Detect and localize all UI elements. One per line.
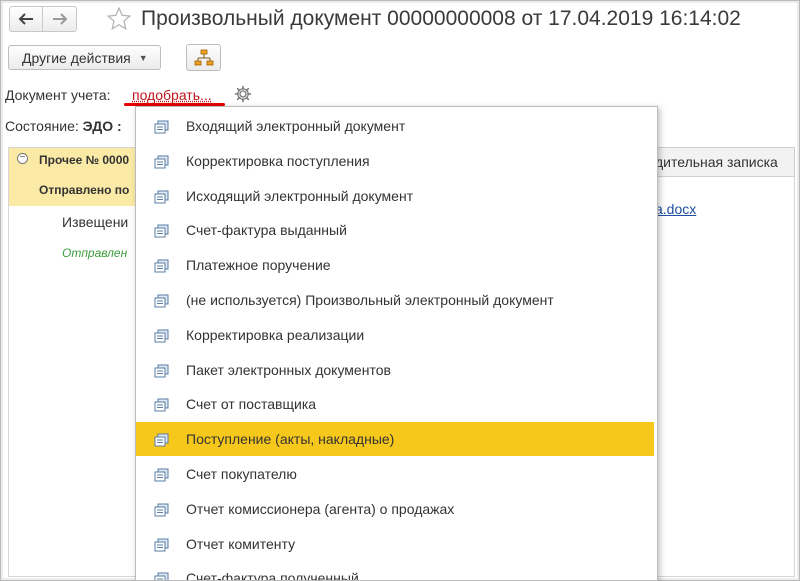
arrow-left-icon (18, 13, 33, 25)
dropdown-caret-icon: ▼ (138, 52, 148, 63)
dropdown-item[interactable]: Счет-фактура выданный (136, 213, 654, 247)
other-actions-button[interactable]: Другие действия ▼ (8, 45, 161, 70)
dropdown-item[interactable]: Исходящий электронный документ (136, 179, 654, 213)
dropdown-item[interactable]: Счет-фактура полученный (136, 561, 654, 581)
arrow-right-icon (52, 13, 67, 25)
dropdown-item-label: Пакет электронных документов (186, 361, 391, 378)
dropdown-item[interactable]: Отчет комиссионера (агента) о продажах (136, 492, 654, 526)
document-type-dropdown: Входящий электронный документ Корректиров… (135, 106, 658, 581)
dropdown-item-label: Корректировка реализации (186, 326, 365, 343)
dropdown-item-label: (не используется) Произвольный электронн… (186, 292, 554, 308)
state-value: ЭДО : (82, 118, 122, 134)
back-button[interactable] (9, 6, 43, 32)
dropdown-item-label: Входящий электронный документ (186, 118, 406, 134)
state-row: Состояние: ЭДО : (5, 118, 122, 134)
window-title: Произвольный документ 00000000008 от 17.… (141, 7, 741, 30)
dropdown-item[interactable]: Корректировка поступления (136, 144, 654, 178)
document-type-icon (154, 120, 170, 134)
table-row-status: Отправлено по (39, 183, 130, 197)
document-type-icon (154, 398, 170, 412)
dropdown-item-label: Поступление (акты, накладные) (186, 431, 395, 448)
document-type-icon (154, 503, 170, 517)
document-type-icon (154, 294, 170, 308)
table-row-notice[interactable]: Извещени (62, 214, 134, 230)
document-type-icon (154, 538, 170, 552)
document-type-icon (154, 433, 170, 447)
dropdown-item[interactable]: Платежное поручение (136, 248, 654, 282)
dropdown-item[interactable]: Пакет электронных документов (136, 353, 654, 387)
document-type-icon (154, 329, 170, 343)
document-type-icon (154, 468, 170, 482)
favorite-star-icon[interactable] (106, 6, 132, 32)
gear-icon[interactable] (234, 85, 252, 103)
state-label: Состояние: (5, 118, 79, 134)
dropdown-item[interactable]: Счет покупателю (136, 457, 654, 491)
structure-hierarchy-icon (194, 49, 213, 65)
document-type-icon (154, 259, 170, 273)
dropdown-item-label: Отчет комитенту (186, 535, 296, 552)
dropdown-item[interactable]: Счет от поставщика (136, 387, 654, 421)
dropdown-item-label: Счет покупателю (186, 466, 297, 482)
dropdown-item[interactable]: (не используется) Произвольный электронн… (136, 283, 654, 317)
document-type-icon (154, 364, 170, 378)
dropdown-item[interactable]: Отчет комитенту (136, 527, 654, 561)
table-row-title[interactable]: Прочее № 0000 (39, 153, 134, 167)
attached-file-link[interactable]: a.docx (655, 201, 696, 217)
dropdown-item-label: Отчет комиссионера (агента) о продажах (186, 500, 455, 517)
forward-button[interactable] (43, 6, 77, 32)
collapse-icon[interactable]: − (17, 153, 28, 164)
dropdown-item[interactable]: Поступление (акты, накладные) (136, 422, 654, 457)
dropdown-item-label: Счет от поставщика (186, 396, 317, 413)
document-type-icon (154, 190, 170, 204)
tab-explanatory-note[interactable]: дительная записка (640, 147, 795, 177)
dropdown-item-label: Платежное поручение (186, 257, 331, 274)
pick-document-link[interactable]: подобрать... (132, 87, 212, 103)
document-type-icon (154, 155, 170, 169)
document-label: Документ учета: (5, 87, 111, 103)
structure-button[interactable] (186, 44, 221, 71)
table-row-sent-status: Отправлен (62, 246, 128, 260)
other-actions-label: Другие действия (22, 49, 131, 66)
dropdown-item-label: Счет-фактура полученный (186, 570, 359, 581)
nav-buttons (9, 6, 77, 32)
dropdown-item-label: Счет-фактура выданный (186, 222, 347, 239)
document-type-icon (154, 572, 170, 580)
dropdown-item[interactable]: Входящий электронный документ (136, 109, 654, 143)
dropdown-item-label: Корректировка поступления (186, 152, 370, 169)
dropdown-item-label: Исходящий электронный документ (186, 187, 414, 204)
document-type-icon (154, 224, 170, 238)
dropdown-item[interactable]: Корректировка реализации (136, 318, 654, 352)
